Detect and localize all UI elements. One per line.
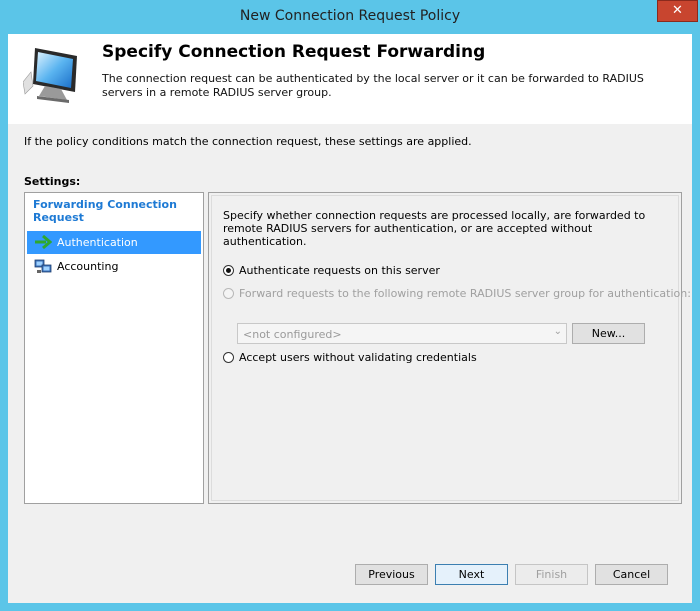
radio-button[interactable] [223, 288, 234, 299]
dialog-window: New Connection Request Policy ✕ Specify [0, 0, 700, 611]
finish-button[interactable]: Finish [515, 564, 588, 585]
radio-label: Forward requests to the following remote… [239, 287, 691, 300]
nav-heading: Forwarding Connection Request [33, 198, 177, 224]
monitor-icon [23, 48, 77, 103]
wizard-header: Specify Connection Request Forwarding Th… [8, 34, 692, 124]
conditions-text: If the policy conditions match the conne… [24, 135, 472, 148]
nav-item-label: Authentication [57, 236, 138, 249]
next-button[interactable]: Next [435, 564, 508, 585]
previous-button[interactable]: Previous [355, 564, 428, 585]
window-title: New Connection Request Policy [239, 8, 461, 24]
nav-item-label: Accounting [57, 260, 119, 273]
radio-button[interactable] [223, 265, 234, 276]
nav-item-authentication[interactable]: Authentication [27, 231, 201, 254]
server-group-select[interactable]: <not configured> ⌄ [237, 323, 567, 344]
settings-content: Specify whether connection requests are … [208, 192, 691, 504]
nav-item-accounting[interactable]: Accounting [27, 255, 201, 278]
cancel-button[interactable]: Cancel [595, 564, 668, 585]
green-arrow-icon [35, 234, 52, 250]
select-value: <not configured> [243, 328, 342, 341]
settings-description: Specify whether connection requests are … [223, 209, 646, 248]
page-description: The connection request can be authentica… [102, 72, 644, 99]
radio-button[interactable] [223, 352, 234, 363]
dialog-body: Specify Connection Request Forwarding Th… [8, 34, 692, 603]
new-button[interactable]: New... [572, 323, 645, 344]
settings-label: Settings: [24, 175, 81, 188]
page-title: Specify Connection Request Forwarding [102, 42, 486, 62]
close-button[interactable]: ✕ [657, 0, 698, 22]
radio-label: Authenticate requests on this server [239, 264, 440, 277]
computer-network-icon [34, 259, 52, 273]
settings-content-inner: Specify whether connection requests are … [211, 195, 691, 501]
settings-nav: Forwarding Connection Request Authentica… [24, 192, 204, 504]
chevron-down-icon: ⌄ [553, 326, 562, 337]
title-bar[interactable]: New Connection Request Policy ✕ [0, 0, 700, 34]
radio-label: Accept users without validating credenti… [239, 351, 477, 364]
